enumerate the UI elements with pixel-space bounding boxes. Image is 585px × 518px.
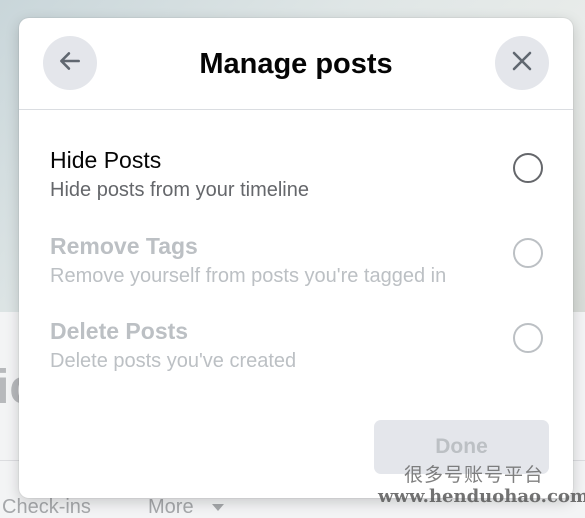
option-title: Remove Tags: [50, 233, 198, 259]
tab-check-ins[interactable]: Check-ins: [2, 496, 91, 518]
close-button[interactable]: [495, 36, 549, 90]
option-description: Remove yourself from posts you're tagged…: [50, 265, 447, 287]
option-title: Hide Posts: [50, 147, 162, 173]
option-description: Hide posts from your timeline: [50, 179, 309, 201]
tab-more[interactable]: More: [148, 496, 194, 518]
close-icon: [510, 49, 534, 78]
option-hide-posts[interactable]: Hide Posts Hide posts from your timeline: [50, 146, 550, 206]
option-title: Delete Posts: [50, 318, 189, 344]
radio-remove-tags: [513, 238, 543, 268]
radio-delete-posts: [513, 323, 543, 353]
caret-down-icon: [212, 504, 224, 511]
watermark-text: 很多号账号平台: [404, 464, 545, 486]
watermark-url: www.henduohao.com: [378, 486, 585, 507]
manage-posts-dialog: Manage posts Hide Posts Hide posts from …: [19, 18, 573, 498]
dialog-title: Manage posts: [199, 48, 393, 80]
dialog-header: Manage posts: [19, 18, 573, 110]
option-description: Delete posts you've created: [50, 350, 297, 372]
option-remove-tags: Remove Tags Remove yourself from posts y…: [50, 232, 550, 292]
radio-hide-posts[interactable]: [513, 153, 543, 183]
option-delete-posts: Delete Posts Delete posts you've created: [50, 317, 550, 377]
